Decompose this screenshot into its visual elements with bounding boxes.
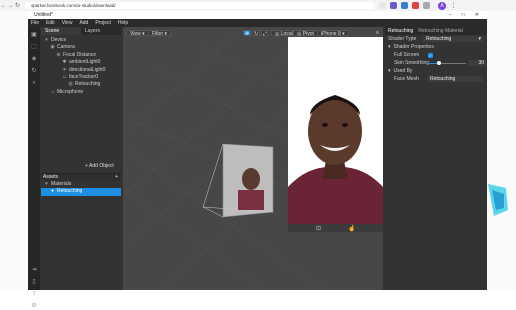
menu-add[interactable]: Add <box>79 20 88 26</box>
extension-icon[interactable] <box>401 2 408 9</box>
refresh-icon[interactable]: ↻ <box>31 68 38 75</box>
preview-face-thumbnail <box>242 168 260 190</box>
focal-icon: ⊕ <box>56 51 61 58</box>
menu-help[interactable]: Help <box>118 20 128 26</box>
tree-item-focal-distance[interactable]: ⊕ Focal Distance <box>41 52 121 59</box>
pivot-toggle[interactable]: ◎ Pivot <box>293 30 318 37</box>
search-icon[interactable]: ⌕ <box>31 80 38 87</box>
extension-icon[interactable] <box>423 2 430 9</box>
menu-project[interactable]: Project <box>95 20 111 26</box>
full-screen-label: Full Screen <box>394 52 420 58</box>
filter-dropdown[interactable]: Filter ▾ <box>148 30 172 37</box>
view-dropdown[interactable]: View ▾ <box>126 30 149 37</box>
window-titlebar: Untitled* – □ ✕ <box>28 11 487 19</box>
add-object-button[interactable]: + Add Object <box>85 163 114 169</box>
tab-layers[interactable]: Layers <box>81 27 121 35</box>
back-icon[interactable]: ← <box>0 3 7 9</box>
address-bar[interactable]: sparkar.facebook.com/ar-studio/download/ <box>25 2 375 9</box>
page-background-left <box>0 11 28 290</box>
reload-icon[interactable]: ↻ <box>14 2 21 9</box>
skin-smoothing-slider[interactable] <box>428 60 466 66</box>
chevron-down-icon: ▾ <box>388 68 391 74</box>
asset-item-materials[interactable]: ▾ Materials <box>41 181 121 188</box>
assets-panel: Assets + ▾ Materials ● Retouching <box>41 173 121 290</box>
menu-icon[interactable]: ⋮ <box>450 2 457 9</box>
tree-item-camera[interactable]: ◉ Camera <box>41 44 121 51</box>
maximize-icon[interactable]: □ <box>462 12 465 18</box>
mesh-icon: ◍ <box>68 81 73 88</box>
device-icon: ▾ <box>45 37 48 43</box>
extension-icon[interactable] <box>412 2 419 9</box>
tree-item-microphone[interactable]: ♪ Microphone <box>41 89 121 96</box>
inspector-panel: Retouching Retouching Material Shader Ty… <box>385 27 487 290</box>
export-icon[interactable]: ⇥ <box>31 267 38 274</box>
tree-item-face-tracker[interactable]: ☺ faceTracker0 <box>41 74 121 81</box>
record-icon[interactable]: ⊡ <box>316 225 321 232</box>
profile-avatar[interactable]: A <box>438 1 446 10</box>
face-tracker-icon: ☺ <box>62 73 68 80</box>
scene-icon[interactable]: ▣ <box>31 32 38 39</box>
used-by-section[interactable]: ▾ Used By <box>385 67 487 75</box>
simulator-controls: ⊡ ☝ <box>288 224 383 232</box>
shader-properties-section[interactable]: ▾ Shader Properties <box>385 43 487 51</box>
camera-icon: ◉ <box>50 44 55 51</box>
star-icon[interactable] <box>379 2 386 9</box>
move-tool-icon[interactable]: ✥ <box>243 30 252 37</box>
microphone-icon: ♪ <box>51 88 54 95</box>
inspector-title: Retouching <box>388 28 414 34</box>
menu-edit[interactable]: Edit <box>46 20 55 26</box>
menu-bar: File Edit View Add Project Help <box>28 19 487 27</box>
add-asset-button[interactable]: + <box>115 174 121 181</box>
decorative-graphic <box>488 184 508 216</box>
window-title: Untitled* <box>34 12 53 18</box>
tree-item-device[interactable]: ▾ Device <box>41 37 121 44</box>
interaction-icon[interactable]: ☝ <box>348 225 355 232</box>
full-screen-checkbox[interactable]: ✓ <box>428 52 433 58</box>
shader-type-select[interactable]: Retouching ▾ <box>423 36 483 42</box>
device-selector[interactable]: iPhone 8 ▾ <box>317 30 349 37</box>
material-icon: ● <box>50 188 55 195</box>
device-simulator <box>288 37 383 224</box>
close-icon[interactable]: ✕ <box>475 12 479 18</box>
tree-item-directional-light[interactable]: ☀ directionalLight0 <box>41 67 121 74</box>
chevron-down-icon: ▾ <box>388 44 391 50</box>
rotate-tool-icon[interactable]: ↻ <box>252 30 261 37</box>
simulator-preview-image <box>288 37 383 224</box>
test-device-icon[interactable]: ▯ <box>31 279 38 286</box>
tab-scene[interactable]: Scene <box>41 27 81 35</box>
menu-file[interactable]: File <box>31 20 39 26</box>
scale-tool-icon[interactable]: ⤢ <box>261 30 270 37</box>
upload-icon[interactable]: ⇧ <box>31 291 38 298</box>
scene-viewport[interactable]: View ▾ Filter ▾ ✥ ↻ ⤢ ◎ Local ◎ Pivot iP… <box>123 27 383 290</box>
forward-icon[interactable]: → <box>7 3 14 9</box>
minimize-icon[interactable]: – <box>449 12 452 18</box>
face-mesh-label: Face Mesh <box>394 76 419 82</box>
light-icon: ✱ <box>62 59 67 66</box>
skin-smoothing-label: Skin Smoothing <box>394 60 430 66</box>
asset-item-retouching[interactable]: ● Retouching <box>41 188 121 196</box>
tree-item-retouching[interactable]: ◍ Retouching <box>41 81 121 88</box>
page-background-right <box>487 11 516 290</box>
scene-panel: Scene Layers ▾ Device ◉ Camera ⊕ Focal Dist… <box>41 27 121 290</box>
left-toolbar: ▣ ⬚ ◈ ↻ ⌕ ⇥ ▯ ⇧ ⚙ <box>28 27 40 309</box>
inspector-subtitle: Retouching Material <box>418 28 463 34</box>
face-mesh-link[interactable]: Retouching <box>427 76 483 82</box>
slider-thumb[interactable] <box>437 61 441 65</box>
light-icon: ☀ <box>62 66 67 73</box>
extension-icon[interactable] <box>390 2 397 9</box>
cube-icon[interactable]: ◈ <box>31 56 38 63</box>
patch-editor-icon[interactable]: ⬚ <box>31 44 38 51</box>
folder-icon: ▾ <box>45 181 48 187</box>
browser-toolbar: ← → ↻ sparkar.facebook.com/ar-studio/dow… <box>0 0 516 11</box>
settings-icon[interactable]: ⚙ <box>31 303 38 310</box>
shader-type-label: Shader Type <box>388 36 417 42</box>
menu-view[interactable]: View <box>62 20 73 26</box>
spark-ar-window: Untitled* – □ ✕ File Edit View Add Proje… <box>28 11 487 309</box>
assets-header: Assets <box>43 174 59 180</box>
viewport-menu-icon[interactable]: ≡ <box>373 30 382 36</box>
skin-smoothing-value[interactable]: 30 <box>468 60 486 66</box>
scene-tree: ▾ Device ◉ Camera ⊕ Focal Distance ✱ ambient… <box>41 35 121 96</box>
tree-item-ambient-light[interactable]: ✱ ambientLight0 <box>41 59 121 66</box>
